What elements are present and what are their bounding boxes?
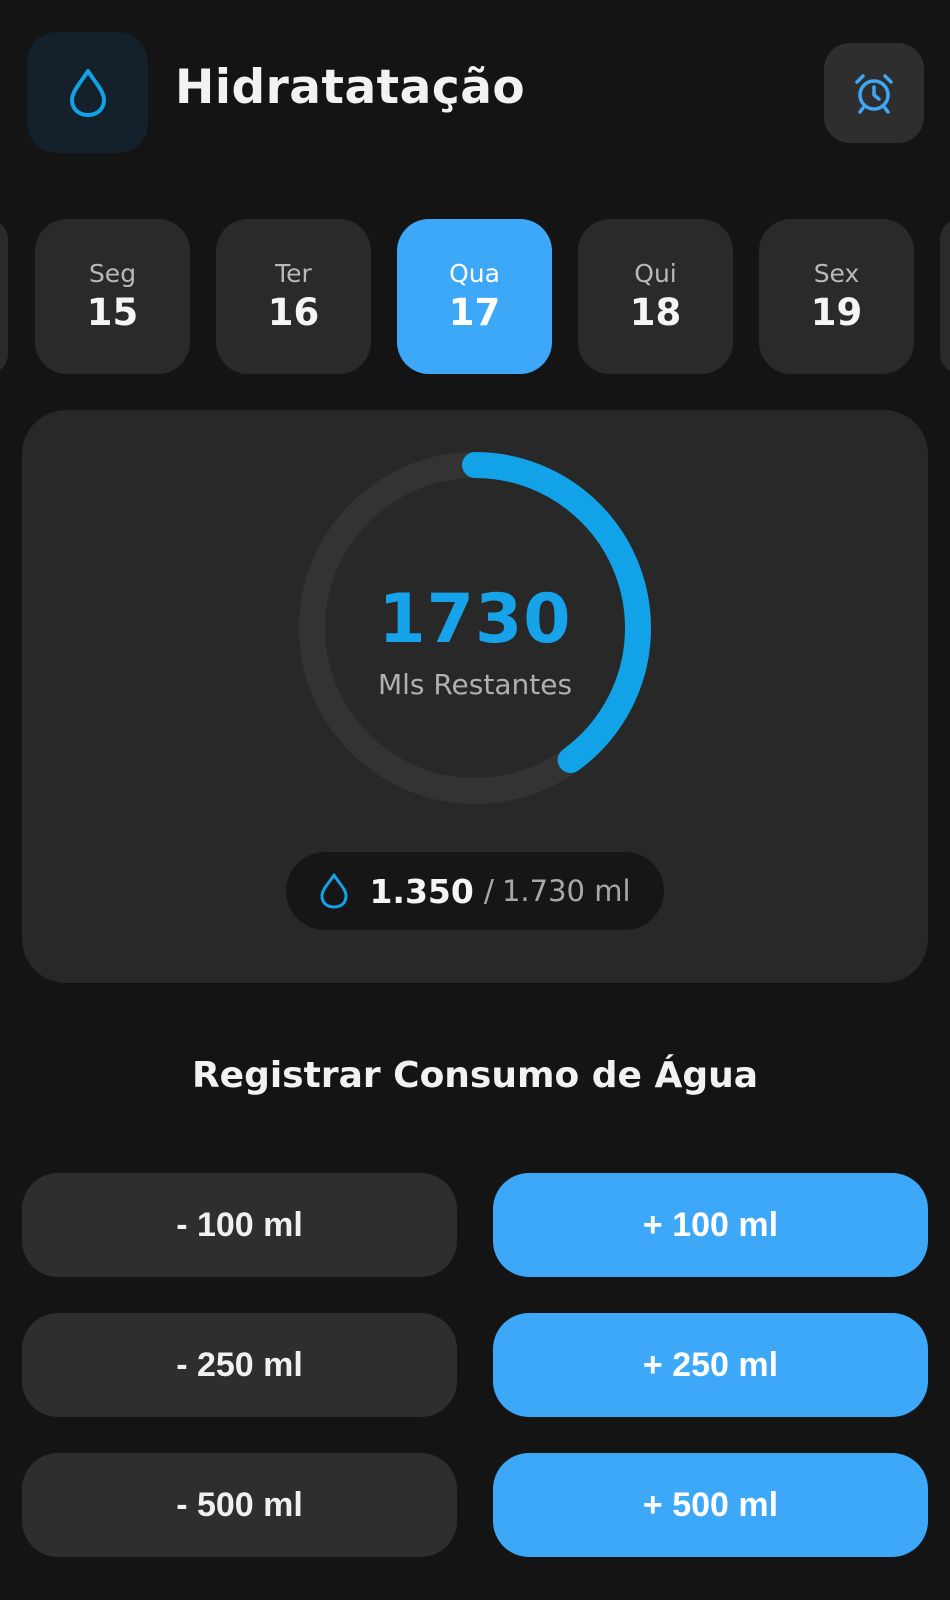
day-name: Ter xyxy=(275,258,312,288)
day-item-ter[interactable]: Ter 16 xyxy=(216,219,371,374)
day-number: 17 xyxy=(448,290,501,334)
consumed-amount: 1.350 xyxy=(369,871,474,911)
day-number: 16 xyxy=(267,290,320,334)
day-name: Qui xyxy=(634,258,677,288)
header: Hidratatação xyxy=(0,0,950,190)
day-item-sex[interactable]: Sex 19 xyxy=(759,219,914,374)
remaining-ml-value: 1730 xyxy=(378,580,572,659)
remove-500ml-button[interactable]: - 500 ml xyxy=(22,1453,457,1557)
day-selector: Seg 15 Ter 16 Qua 17 Qui 18 Sex 19 xyxy=(0,219,950,374)
progress-card: 1730 Mls Restantes 1.350 / 1.730 ml xyxy=(22,410,928,983)
app-logo xyxy=(27,32,148,153)
day-item-qui[interactable]: Qui 18 xyxy=(578,219,733,374)
alarm-clock-icon xyxy=(855,74,893,114)
alarm-button[interactable] xyxy=(824,43,924,143)
remove-100ml-button[interactable]: - 100 ml xyxy=(22,1173,457,1277)
water-drop-icon xyxy=(320,873,348,909)
day-item-qua-selected[interactable]: Qua 17 xyxy=(397,219,552,374)
day-item-next-partial[interactable] xyxy=(940,219,950,374)
day-number: 19 xyxy=(810,290,863,334)
remove-250ml-button[interactable]: - 250 ml xyxy=(22,1313,457,1417)
hydration-app: Hidratatação Seg 15 Ter 16 Qua 17 Qui 18… xyxy=(0,0,950,1600)
day-name: Sex xyxy=(813,258,860,288)
day-name: Seg xyxy=(88,258,137,288)
register-section-title: Registrar Consumo de Água xyxy=(191,1055,759,1096)
water-drop-icon xyxy=(69,68,106,117)
page-title: Hidratatação xyxy=(175,60,526,115)
add-250ml-button[interactable]: + 250 ml xyxy=(493,1313,928,1417)
day-item-previous-partial[interactable] xyxy=(0,219,8,374)
remaining-ml-label: Mls Restantes xyxy=(377,668,573,701)
day-number: 18 xyxy=(629,290,682,334)
day-number: 15 xyxy=(86,290,139,334)
amount-separator: / xyxy=(483,873,494,909)
goal-amount: 1.730 ml xyxy=(501,874,631,908)
intake-summary: 1.350 / 1.730 ml xyxy=(286,852,664,930)
day-item-seg[interactable]: Seg 15 xyxy=(35,219,190,374)
add-500ml-button[interactable]: + 500 ml xyxy=(493,1453,928,1557)
day-name: Qua xyxy=(449,258,500,288)
add-100ml-button[interactable]: + 100 ml xyxy=(493,1173,928,1277)
